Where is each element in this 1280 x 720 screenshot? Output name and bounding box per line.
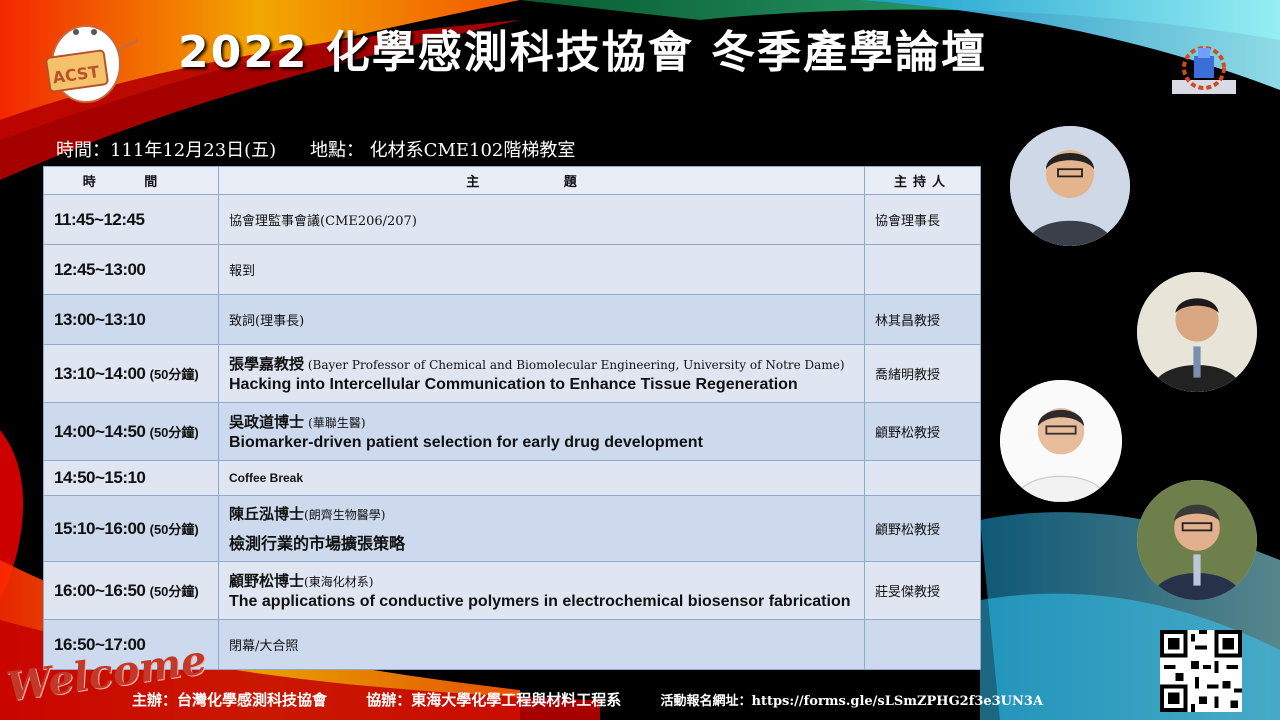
speaker-name: 顧野松博士	[229, 572, 305, 590]
qr-code[interactable]	[1160, 630, 1242, 712]
page-title: 2022 化學感測科技協會 冬季產學論壇	[178, 27, 988, 78]
row-host: 林其昌教授	[864, 294, 981, 345]
speaker-name: 吳政道博士	[229, 413, 305, 431]
speaker-photo	[1010, 126, 1130, 246]
header-time: 時 間	[43, 166, 219, 195]
header-host: 主持人	[864, 166, 981, 195]
table-row: 11:45~12:45 協會理監事會議(CME206/207) 協會理事長	[43, 194, 981, 245]
schedule-table: 時 間 主 題 主持人 11:45~12:45 協會理監事會議(CME206/2…	[43, 166, 981, 670]
row-time-range: 15:10~16:00	[54, 518, 146, 538]
row-topic: 陳丘泓博士(朗齊生物醫學) 檢測行業的市場擴張策略	[218, 495, 865, 562]
row-time: 11:45~12:45	[43, 194, 219, 245]
row-host	[864, 244, 981, 295]
row-host: 顧野松教授	[864, 495, 981, 562]
row-host	[864, 619, 981, 670]
row-host: 莊旻傑教授	[864, 561, 981, 620]
speaker-photo	[1137, 480, 1257, 600]
event-place: 地點： 化材系CME102階梯教室	[309, 140, 576, 161]
table-row: 16:00~16:50 (50分鐘) 顧野松博士(東海化材系) The appl…	[43, 561, 981, 620]
row-host: 喬緒明教授	[864, 344, 981, 403]
row-time: 16:00~16:50 (50分鐘)	[43, 561, 219, 620]
talk-title: Hacking into Intercellular Communication…	[229, 376, 798, 393]
row-topic: 吳政道博士 (華聯生醫) Biomarker-driven patient se…	[218, 402, 865, 461]
speaker-affiliation: (朗齊生物醫學)	[304, 508, 386, 522]
event-time: 時間：111年12月23日(五)	[56, 140, 277, 161]
table-header-row: 時 間 主 題 主持人	[43, 166, 981, 195]
talk-title: 檢測行業的市場擴張策略	[229, 534, 406, 553]
row-topic: 顧野松博士(東海化材系) The applications of conduct…	[218, 561, 865, 620]
co-organizer: 協辦：東海大學化學工程與材料工程系	[366, 691, 622, 709]
row-time: 12:45~13:00	[43, 244, 219, 295]
row-host	[864, 460, 981, 496]
event-info: 時間：111年12月23日(五) 地點： 化材系CME102階梯教室	[56, 138, 603, 164]
row-time: 13:10~14:00 (50分鐘)	[43, 344, 219, 403]
row-time: 13:00~13:10	[43, 294, 219, 345]
row-topic: 協會理監事會議(CME206/207)	[218, 194, 865, 245]
row-duration: (50分鐘)	[149, 521, 199, 537]
row-topic: Coffee Break	[218, 460, 865, 496]
row-time-range: 14:00~14:50	[54, 421, 146, 441]
organizer: 主辦：台灣化學感測科技協會	[132, 691, 328, 709]
speaker-name: 陳丘泓博士	[229, 505, 305, 523]
header-topic: 主 題	[218, 166, 865, 195]
row-host: 協會理事長	[864, 194, 981, 245]
speaker-affiliation: (華聯生醫)	[308, 416, 366, 430]
row-topic: 致詞(理事長)	[218, 294, 865, 345]
row-time: 14:00~14:50 (50分鐘)	[43, 402, 219, 461]
row-duration: (50分鐘)	[149, 424, 199, 440]
table-row: 12:45~13:00 報到	[43, 244, 981, 295]
row-time: 14:50~15:10	[43, 460, 219, 496]
talk-title: The applications of conductive polymers …	[229, 593, 851, 610]
signup-link[interactable]: 活動報名網址：https://forms.gle/sLSmZPHG2f3e3UN…	[661, 694, 1044, 709]
row-time: 15:10~16:00 (50分鐘)	[43, 495, 219, 562]
row-duration: (50分鐘)	[149, 583, 199, 599]
row-topic: 報到	[218, 244, 865, 295]
row-time-range: 13:10~14:00	[54, 363, 146, 383]
speaker-name: 張學嘉教授	[229, 355, 305, 373]
speaker-affiliation: (東海化材系)	[304, 575, 374, 589]
row-topic: 張學嘉教授 (Bayer Professor of Chemical and B…	[218, 344, 865, 403]
acst-mascot-logo: ACST	[45, 25, 139, 103]
row-host: 顧野松教授	[864, 402, 981, 461]
row-duration: (50分鐘)	[149, 366, 199, 382]
speaker-photo	[1137, 272, 1257, 392]
row-time-range: 16:00~16:50	[54, 580, 146, 600]
table-row: 14:00~14:50 (50分鐘) 吳政道博士 (華聯生醫) Biomarke…	[43, 402, 981, 461]
footer: 主辦：台灣化學感測科技協會 協辦：東海大學化學工程與材料工程系 活動報名網址：h…	[132, 688, 1043, 714]
table-row: 13:10~14:00 (50分鐘) 張學嘉教授 (Bayer Professo…	[43, 344, 981, 403]
talk-title: Biomarker-driven patient selection for e…	[229, 434, 703, 451]
table-row: 13:00~13:10 致詞(理事長) 林其昌教授	[43, 294, 981, 345]
speaker-affiliation: (Bayer Professor of Chemical and Biomole…	[304, 358, 845, 372]
speaker-photo	[1000, 380, 1122, 502]
table-row: 14:50~15:10 Coffee Break	[43, 460, 981, 496]
department-logo	[1172, 46, 1236, 94]
table-row: 15:10~16:00 (50分鐘) 陳丘泓博士(朗齊生物醫學) 檢測行業的市場…	[43, 495, 981, 562]
row-topic: 閉幕/大合照	[218, 619, 865, 670]
